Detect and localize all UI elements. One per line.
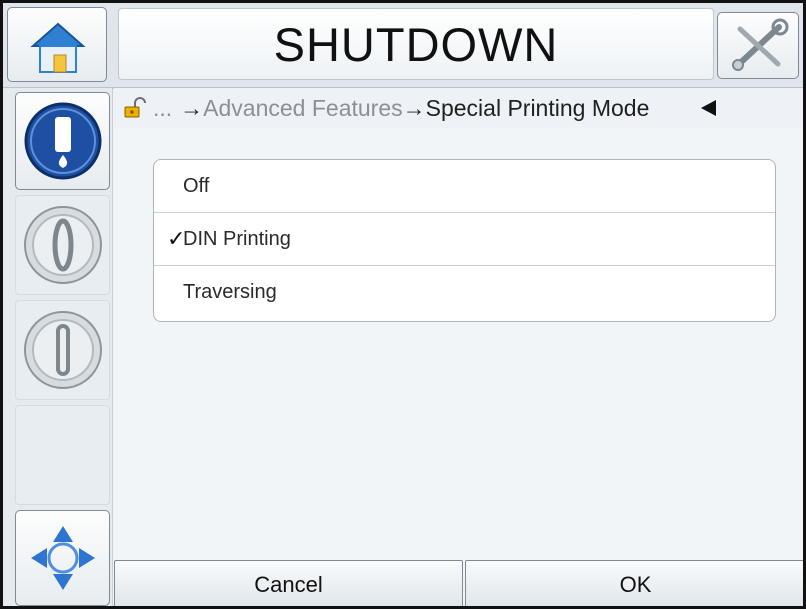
home-icon [30, 22, 86, 73]
navigation-icon [30, 526, 95, 590]
option-traversing[interactable]: Traversing [154, 266, 775, 319]
ok-button[interactable]: OK [465, 560, 806, 609]
breadcrumb-ellipsis: ... [153, 94, 173, 121]
breadcrumb: ... → Advanced Features → Special Printi… [114, 88, 806, 128]
back-arrow-icon[interactable] [698, 97, 720, 119]
option-label: Traversing [183, 281, 277, 303]
option-din-printing[interactable]: ✓ DIN Printing [154, 213, 775, 266]
option-label: DIN Printing [183, 227, 291, 250]
home-button[interactable] [7, 7, 107, 82]
power-off-icon [23, 311, 102, 389]
breadcrumb-parent[interactable]: Advanced Features [203, 95, 402, 122]
unlock-icon [124, 97, 146, 118]
page-title: SHUTDOWN [118, 8, 714, 80]
breadcrumb-arrow: → [180, 94, 204, 121]
empty-sidebar-slot [15, 405, 110, 505]
option-off[interactable]: Off [154, 160, 775, 213]
special-printing-mode-options: Off ✓ DIN Printing Traversing [153, 159, 776, 322]
breadcrumb-arrow-2: → [402, 94, 426, 121]
checkmark-icon: ✓ [167, 226, 186, 251]
ink-status-button[interactable] [15, 92, 110, 190]
stop-button[interactable] [15, 300, 110, 400]
cancel-button[interactable]: Cancel [114, 560, 463, 609]
power-on-icon [23, 206, 102, 284]
navigation-button[interactable] [15, 510, 110, 606]
start-button[interactable] [15, 195, 110, 295]
breadcrumb-current: Special Printing Mode [425, 94, 650, 121]
bottom-action-bar: Cancel OK [114, 560, 806, 609]
option-label: Off [183, 174, 210, 197]
ink-status-icon [24, 102, 101, 180]
left-sidebar [0, 88, 113, 609]
tools-button[interactable] [717, 12, 799, 79]
tools-icon [732, 18, 789, 71]
top-toolbar: SHUTDOWN [0, 0, 806, 89]
